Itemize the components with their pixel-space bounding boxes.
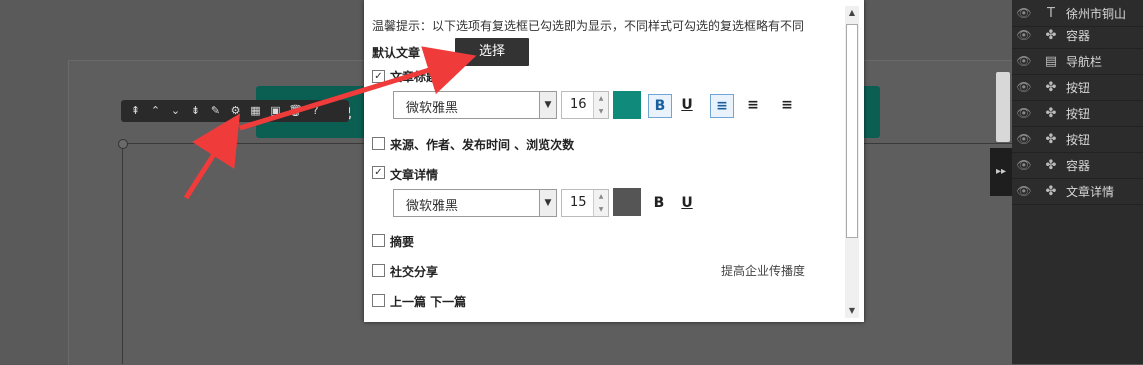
move-bottom-icon[interactable]: ⇟ [187,100,204,122]
select-button[interactable]: 选择 [455,38,529,66]
meta-checkbox-label: 来源、作者、发布时间 、浏览次数 [390,138,575,152]
eye-icon[interactable]: 👁 [1012,132,1036,146]
edit-icon[interactable]: ✎ [207,100,224,122]
layer-label: 按钮 [1066,132,1091,147]
underline-button[interactable]: U [676,192,698,214]
align-left-icon[interactable]: ≡ [710,94,734,118]
title-checkbox-label: 文章标题 [390,70,439,84]
panel-toggle-icon[interactable]: ▸▸ [990,148,1012,196]
eye-icon[interactable]: 👁 [1012,28,1036,42]
layer-row[interactable]: 👁 ✤ 按钮 [1012,100,1143,127]
share-checkbox[interactable] [372,264,385,277]
eye-icon[interactable]: 👁 [1012,184,1036,198]
meta-checkbox[interactable] [372,137,385,150]
vertical-guide-line [122,143,123,364]
layer-label: 容器 [1066,28,1091,43]
detail-font-value: 微软雅黑 [406,199,459,214]
move-top-icon[interactable]: ⇞ [127,100,144,122]
title-font-select[interactable]: 微软雅黑 ▼ [393,91,557,119]
eye-icon[interactable]: 👁 [1012,6,1036,20]
bold-button[interactable]: B [648,192,670,214]
chevron-down-icon[interactable]: ▼ [539,190,556,216]
move-down-icon[interactable]: ⌄ [167,100,184,122]
container-icon: ✤ [1045,27,1057,43]
title-size-stepper[interactable]: 16 ▲ ▼ [561,91,609,119]
layer-label: 按钮 [1066,106,1091,121]
scroll-up-icon[interactable]: ▲ [845,8,859,17]
article-settings-dialog: 温馨提示：以下选项有复选框已勾选即为显示，不同样式可勾选的复选框略有不同 默认文… [364,0,864,322]
copy-icon[interactable]: ▣ [267,100,284,122]
dialog-scrollbar[interactable]: ▲ ▼ [845,6,859,318]
layer-row[interactable]: 👁 ✤ 按钮 [1012,126,1143,153]
detail-checkbox-label: 文章详情 [390,168,439,182]
layer-row[interactable]: 👁 ✤ 容器 [1012,22,1143,49]
layers-panel: 👁 T 徐州市铜山 👁 ✤ 容器 👁 ▤ 导航栏 👁 ✤ 按钮 👁 ✤ 按钮 👁… [1012,0,1143,364]
eye-icon[interactable]: 👁 [1012,54,1036,68]
tip-text: 温馨提示：以下选项有复选框已勾选即为显示，不同样式可勾选的复选框略有不同 [372,19,805,33]
prevnext-checkbox[interactable] [372,294,385,307]
container-icon: ✤ [1045,157,1057,173]
button-icon: ✤ [1045,105,1057,121]
table-icon[interactable]: ▦ [247,100,264,122]
hint-text: 提高企业传播度 [721,264,806,278]
chevron-down-icon[interactable]: ▼ [539,92,556,118]
eye-icon[interactable]: 👁 [1012,158,1036,172]
detail-checkbox[interactable]: ✓ [372,166,385,179]
share-checkbox-label: 社交分享 [390,265,439,279]
detail-size-value: 15 [570,195,587,210]
scroll-thumb[interactable] [846,24,858,238]
navbar-icon: ▤ [1044,53,1058,69]
eye-icon[interactable]: 👁 [1012,106,1036,120]
layer-label: 容器 [1066,158,1091,173]
move-up-icon[interactable]: ⌃ [147,100,164,122]
summary-checkbox[interactable] [372,234,385,247]
scroll-down-icon[interactable]: ▼ [845,306,859,315]
text-icon: T [1047,5,1055,21]
layer-row[interactable]: 👁 ▤ 导航栏 [1012,48,1143,75]
delete-icon[interactable]: 🗑 [287,100,304,122]
align-right-icon[interactable]: ≡ [776,94,798,116]
detail-size-stepper[interactable]: 15 ▲ ▼ [561,189,609,217]
underline-button[interactable]: U [676,94,698,116]
help-icon[interactable]: ? [307,100,324,122]
layer-label: 按钮 [1066,80,1091,95]
canvas-scrollbar[interactable] [996,72,1010,142]
eye-icon[interactable]: 👁 [1012,80,1036,94]
detail-color-swatch[interactable] [613,188,641,216]
title-size-value: 16 [570,97,587,112]
layer-label: 徐州市铜山 [1066,6,1127,21]
spinner-icon[interactable]: ▲ ▼ [593,190,608,216]
layer-label: 文章详情 [1066,184,1115,199]
layer-row[interactable]: 👁 ✤ 文章详情 [1012,178,1143,205]
layer-label: 导航栏 [1066,54,1103,69]
button-icon: ✤ [1045,79,1057,95]
detail-font-select[interactable]: 微软雅黑 ▼ [393,189,557,217]
layer-row[interactable]: 👁 ✤ 按钮 [1012,74,1143,101]
button-icon: ✤ [1045,131,1057,147]
layer-row[interactable]: 👁 ✤ 容器 [1012,152,1143,179]
summary-checkbox-label: 摘要 [390,235,415,249]
guide-handle[interactable] [118,139,128,149]
bold-button[interactable]: B [648,94,672,118]
settings-icon[interactable]: ⚙ [227,100,244,122]
title-color-swatch[interactable] [613,91,641,119]
prevnext-checkbox-label: 上一篇 下一篇 [390,295,467,309]
title-font-value: 微软雅黑 [406,101,459,116]
container-icon: ✤ [1045,183,1057,199]
align-center-icon[interactable]: ≡ [742,94,764,116]
title-checkbox[interactable]: ✓ [372,70,385,83]
element-toolbar: ⇞ ⌃ ⌄ ⇟ ✎ ⚙ ▦ ▣ 🗑 ? [121,100,349,122]
default-article-label: 默认文章 [372,46,421,60]
spinner-icon[interactable]: ▲ ▼ [593,92,608,118]
